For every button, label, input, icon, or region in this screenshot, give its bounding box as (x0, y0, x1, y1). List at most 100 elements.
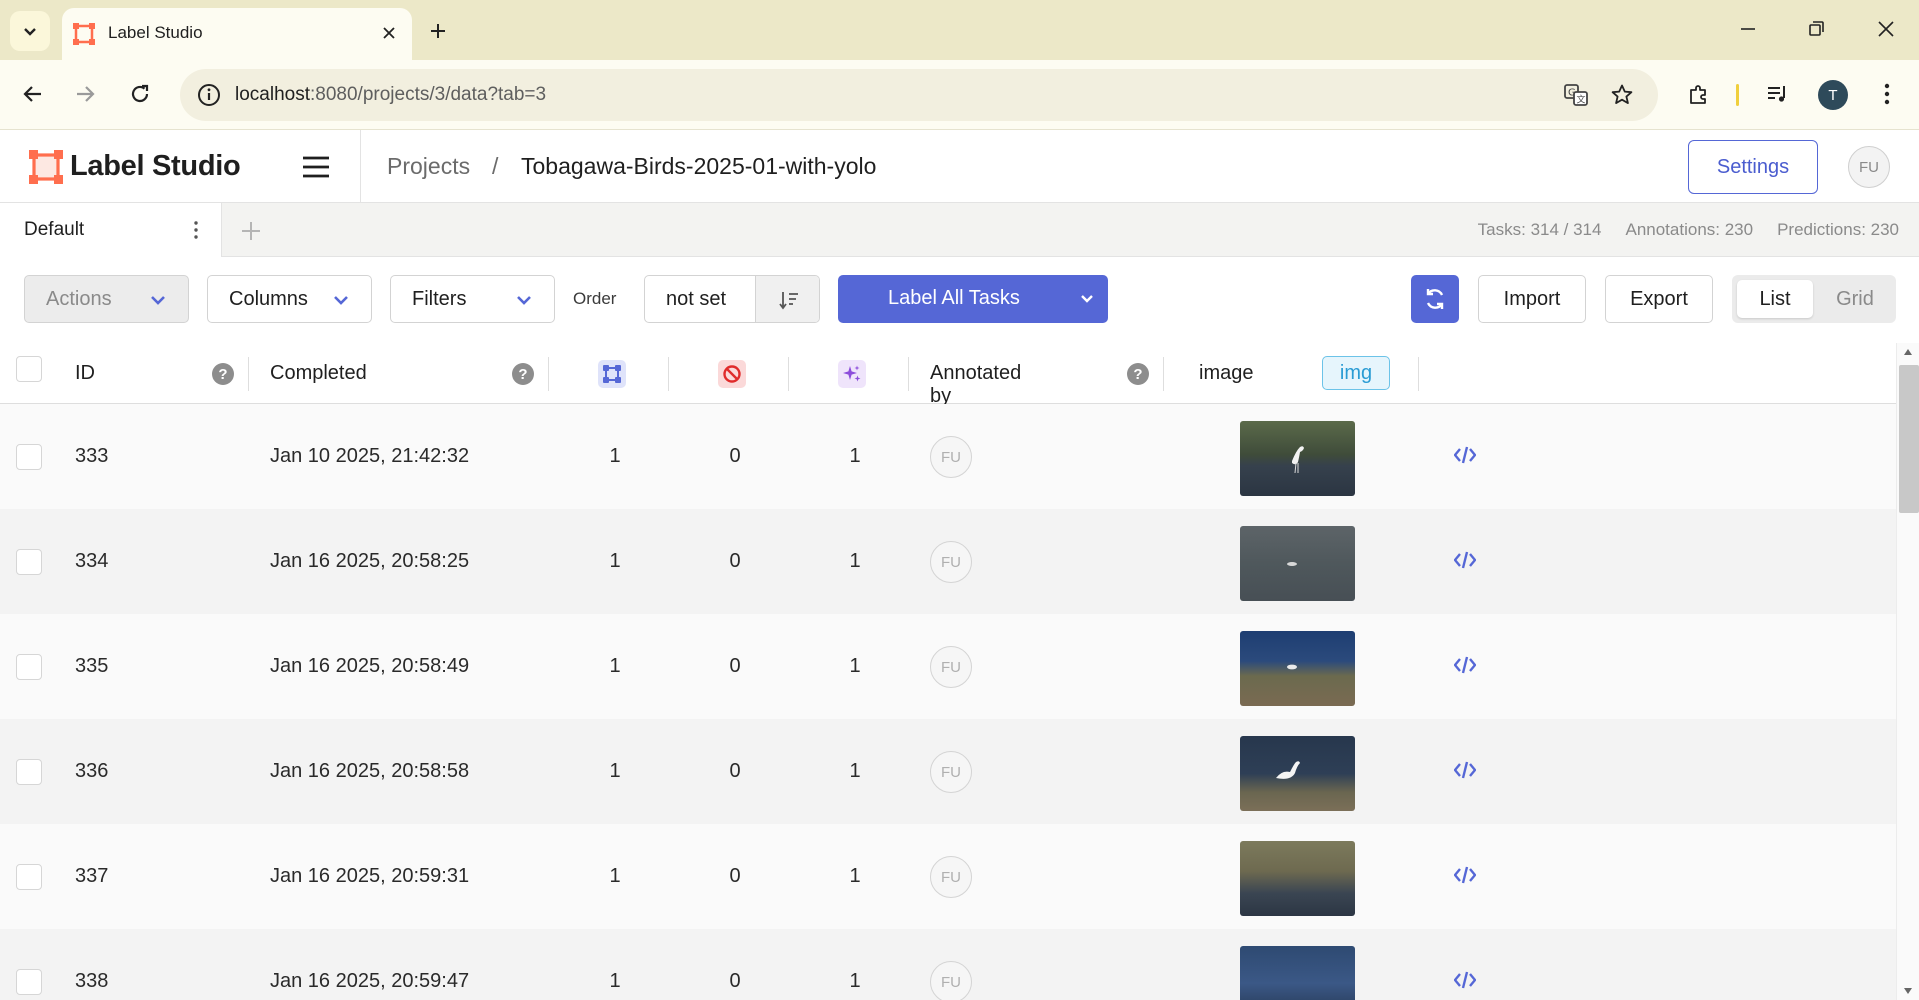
window-close-icon[interactable] (1862, 10, 1910, 48)
row-checkbox[interactable] (16, 654, 42, 680)
info-icon[interactable] (196, 82, 222, 108)
annotator-avatar: FU (930, 646, 972, 688)
task-stats: Tasks: 314 / 314 Annotations: 230 Predic… (1478, 220, 1899, 240)
order-select[interactable]: not set (666, 288, 726, 311)
user-avatar[interactable]: FU (1848, 146, 1890, 188)
cell-annotations-count: 1 (609, 865, 621, 887)
image-thumbnail[interactable] (1240, 736, 1355, 811)
table-scrollbar[interactable] (1896, 343, 1919, 1000)
help-icon[interactable]: ? (1127, 363, 1149, 385)
restore-icon[interactable] (1792, 10, 1840, 48)
tasks-table: ID ? Completed ? Annotated by ? image im… (0, 343, 1896, 1000)
select-all-checkbox[interactable] (16, 356, 42, 382)
image-thumbnail[interactable] (1240, 841, 1355, 916)
cell-cancelled-count: 0 (729, 550, 741, 572)
view-list-button[interactable]: List (1737, 280, 1813, 318)
help-icon[interactable]: ? (212, 363, 234, 385)
actions-button[interactable]: Actions (24, 275, 189, 323)
label-all-tasks-button[interactable]: Label All Tasks (838, 275, 1108, 323)
filters-button[interactable]: Filters (390, 275, 555, 323)
predictions-count-icon[interactable] (838, 360, 866, 388)
sort-direction-icon[interactable] (755, 276, 819, 322)
code-view-icon[interactable] (1452, 863, 1478, 887)
stat-tasks: Tasks: 314 / 314 (1477, 220, 1602, 239)
tab-search-icon[interactable] (10, 11, 50, 51)
table-row[interactable]: 335 Jan 16 2025, 20:58:49 1 0 1 FU (0, 614, 1896, 719)
row-checkbox[interactable] (16, 864, 42, 890)
forward-icon[interactable] (65, 74, 105, 114)
url-text: localhost:8080/projects/3/data?tab=3 (235, 84, 547, 105)
menu-dots-icon[interactable] (1870, 77, 1904, 111)
table-row[interactable]: 337 Jan 16 2025, 20:59:31 1 0 1 FU (0, 824, 1896, 929)
cell-completed: Jan 16 2025, 20:59:47 (270, 970, 470, 992)
close-icon[interactable] (376, 20, 402, 46)
plus-icon[interactable] (421, 14, 455, 48)
column-divider (1418, 357, 1419, 391)
cell-predictions-count: 1 (849, 760, 861, 782)
import-button[interactable]: Import (1478, 275, 1586, 323)
translate-icon[interactable]: G文 (1562, 81, 1590, 109)
row-checkbox[interactable] (16, 969, 42, 995)
profile-avatar[interactable]: T (1818, 80, 1848, 110)
logo-text[interactable]: Label Studio (70, 150, 241, 183)
code-view-icon[interactable] (1452, 653, 1478, 677)
annotator-avatar: FU (930, 751, 972, 793)
cell-annotations-count: 1 (609, 655, 621, 677)
extensions-icon[interactable] (1682, 77, 1716, 111)
address-bar[interactable]: localhost:8080/projects/3/data?tab=3 G文 (180, 69, 1658, 121)
view-grid-button[interactable]: Grid (1819, 280, 1891, 318)
table-row[interactable]: 333 Jan 10 2025, 21:42:32 1 0 1 FU (0, 404, 1896, 509)
annotator-avatar: FU (930, 436, 972, 478)
toolbar-separator (1736, 84, 1739, 106)
browser-toolbar: localhost:8080/projects/3/data?tab=3 G文 … (0, 60, 1919, 130)
reload-icon[interactable] (120, 74, 160, 114)
tab-menu-dots-icon[interactable] (188, 217, 204, 243)
image-thumbnail[interactable] (1240, 631, 1355, 706)
export-button[interactable]: Export (1605, 275, 1713, 323)
label-all-dropdown-chevron-icon[interactable] (1066, 275, 1108, 323)
row-checkbox[interactable] (16, 444, 42, 470)
star-icon[interactable] (1608, 81, 1636, 109)
image-thumbnail[interactable] (1240, 421, 1355, 496)
add-tab-plus-icon[interactable] (236, 216, 266, 246)
image-thumbnail[interactable] (1240, 526, 1355, 601)
back-icon[interactable] (13, 74, 53, 114)
minimize-icon[interactable] (1724, 10, 1772, 48)
media-icon[interactable] (1760, 77, 1794, 111)
settings-button[interactable]: Settings (1688, 140, 1818, 194)
table-row[interactable]: 338 Jan 16 2025, 20:59:47 1 0 1 FU (0, 929, 1896, 1000)
breadcrumb-projects[interactable]: Projects (387, 153, 470, 180)
stat-annotations: Annotations: 230 (1625, 220, 1754, 239)
cancelled-count-icon[interactable] (718, 360, 746, 388)
code-view-icon[interactable] (1452, 443, 1478, 467)
refresh-icon[interactable] (1411, 275, 1459, 323)
scroll-up-arrow-icon[interactable] (1903, 347, 1913, 357)
table-row[interactable]: 336 Jan 16 2025, 20:58:58 1 0 1 FU (0, 719, 1896, 824)
code-view-icon[interactable] (1452, 968, 1478, 992)
view-mode-toggle: List Grid (1732, 275, 1896, 323)
svg-text:文: 文 (1577, 94, 1586, 106)
code-view-icon[interactable] (1452, 548, 1478, 572)
row-checkbox[interactable] (16, 549, 42, 575)
cell-predictions-count: 1 (849, 655, 861, 677)
cell-annotations-count: 1 (609, 550, 621, 572)
favicon-icon (73, 23, 95, 45)
scroll-down-arrow-icon[interactable] (1903, 986, 1913, 996)
column-divider (788, 357, 789, 391)
columns-button[interactable]: Columns (207, 275, 372, 323)
scroll-thumb[interactable] (1899, 365, 1919, 513)
browser-tab[interactable]: Label Studio (62, 8, 412, 60)
image-thumbnail[interactable] (1240, 946, 1355, 1000)
table-header: ID ? Completed ? Annotated by ? image im… (0, 343, 1896, 407)
tab-default[interactable]: Default (0, 203, 222, 258)
cell-id: 338 (75, 970, 109, 992)
hamburger-menu-icon[interactable] (300, 151, 332, 183)
code-view-icon[interactable] (1452, 758, 1478, 782)
help-icon[interactable]: ? (512, 363, 534, 385)
table-row[interactable]: 334 Jan 16 2025, 20:58:25 1 0 1 FU (0, 509, 1896, 614)
row-checkbox[interactable] (16, 759, 42, 785)
order-control: not set (644, 275, 820, 323)
label-studio-logo-icon[interactable] (29, 150, 63, 184)
cell-completed: Jan 16 2025, 20:59:31 (270, 865, 470, 887)
annotations-count-icon[interactable] (598, 360, 626, 388)
